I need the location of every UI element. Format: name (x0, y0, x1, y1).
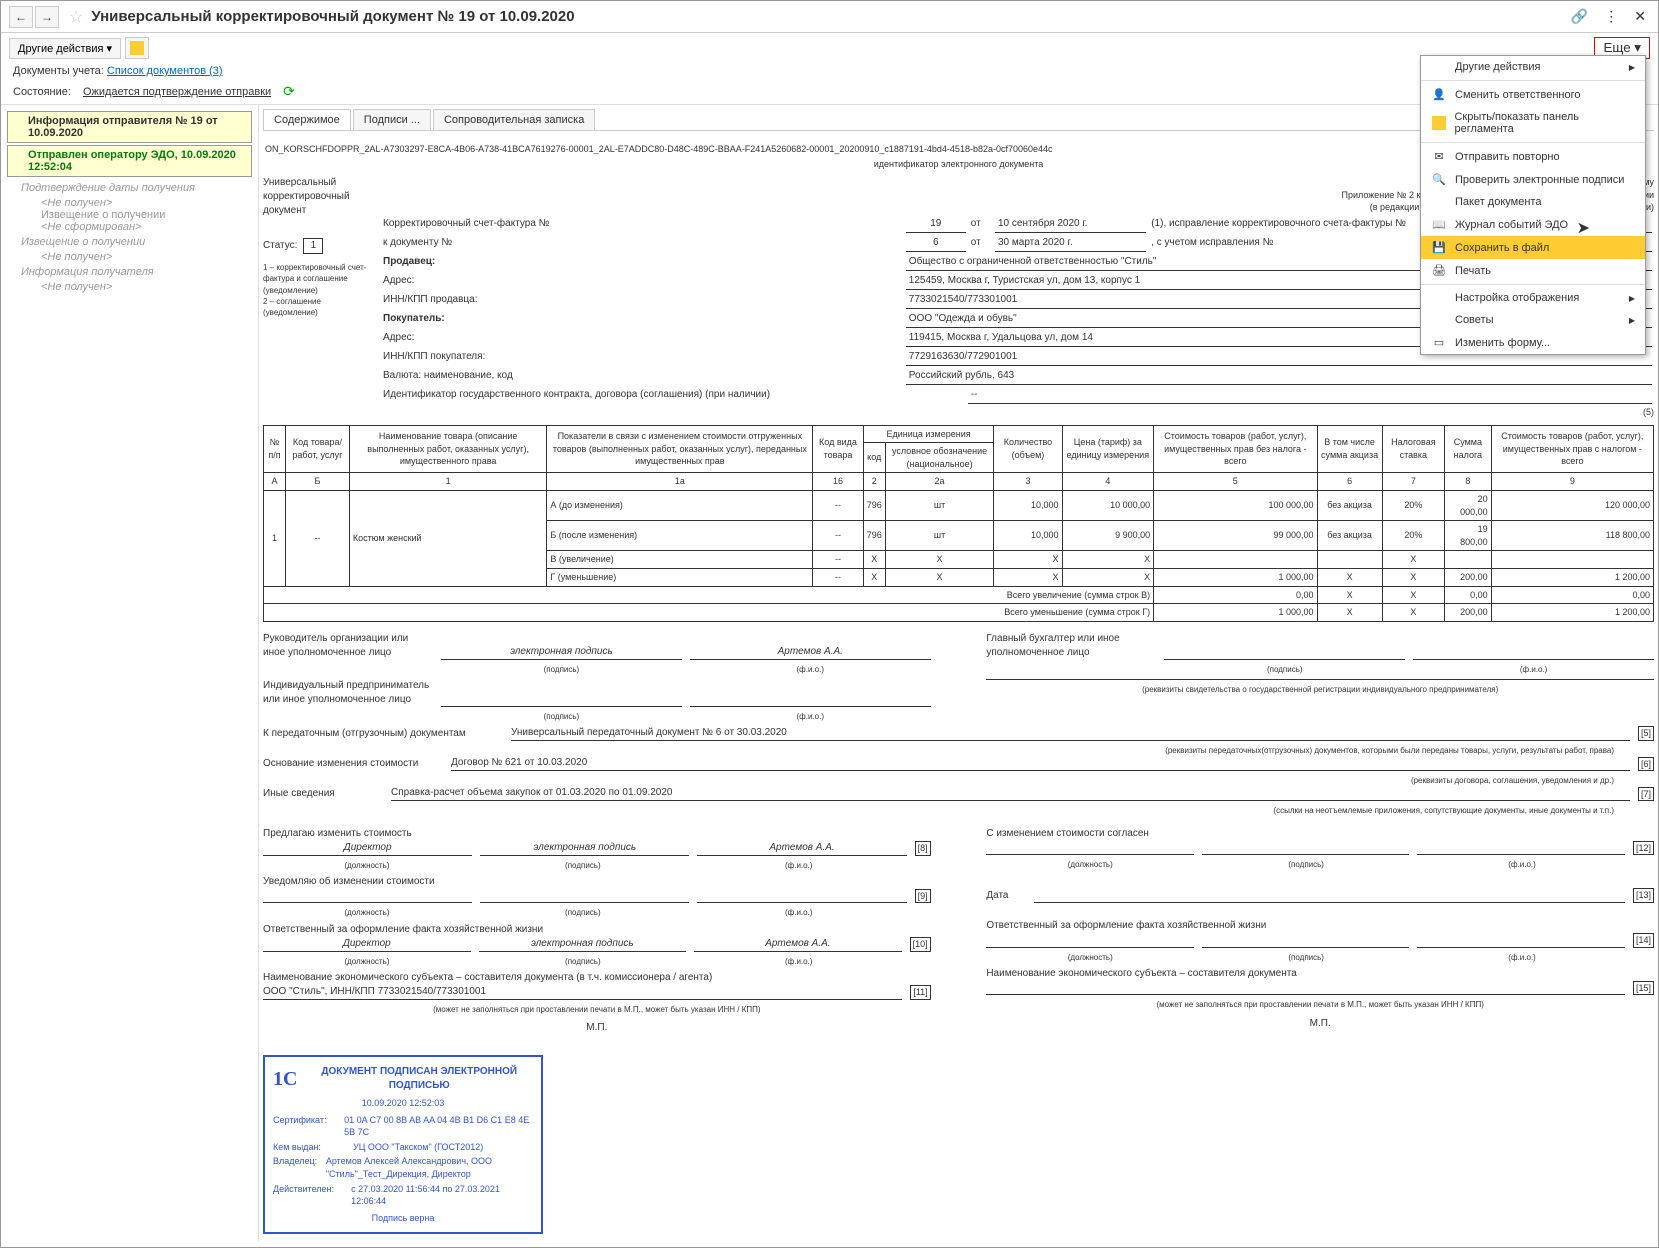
sidebar-sent-operator[interactable]: Отправлен оператору ЭДО, 10.09.2020 12:5… (7, 145, 252, 177)
menu-save-to-file[interactable]: 💾Сохранить в файл (1421, 236, 1645, 259)
sidebar-notice-receipt-1[interactable]: Извещение о получении (1, 209, 258, 221)
menu-package[interactable]: Пакет документа (1421, 191, 1645, 213)
menu-change-responsible[interactable]: 👤Сменить ответственного (1421, 83, 1645, 106)
menu-toggle-panel[interactable]: Скрыть/показать панель регламента (1421, 106, 1645, 140)
print-icon: 🖨 (1431, 264, 1447, 277)
menu-print[interactable]: 🖨Печать (1421, 259, 1645, 282)
state-text: Ожидается подтверждение отправки (83, 86, 271, 98)
menu-verify-signatures[interactable]: 🔍Проверить электронные подписи (1421, 168, 1645, 191)
menu-event-log[interactable]: 📖Журнал событий ЭДО (1421, 213, 1645, 236)
link-icon[interactable]: 🔗 (1567, 6, 1592, 27)
regulation-icon (130, 41, 144, 55)
save-icon: 💾 (1431, 241, 1447, 254)
state-row: Состояние: Ожидается подтверждение отпра… (1, 79, 1658, 105)
doc-list-link[interactable]: Список документов (3) (107, 65, 223, 77)
close-icon[interactable]: ✕ (1630, 6, 1650, 27)
sidebar-not-formed: <Не сформирован> (1, 221, 258, 233)
status-value: 1 (303, 238, 323, 254)
tab-signatures[interactable]: Подписи ... (353, 109, 431, 130)
more-dropdown: Другие действия▶ 👤Сменить ответственного… (1420, 55, 1646, 355)
menu-display-settings[interactable]: Настройка отображения▶ (1421, 287, 1645, 309)
menu-other-actions[interactable]: Другие действия▶ (1421, 56, 1645, 78)
tab-content[interactable]: Содержимое (263, 109, 351, 130)
tab-cover-note[interactable]: Сопроводительная записка (433, 109, 595, 130)
refresh-icon[interactable]: ⟳ (283, 83, 295, 100)
journal-icon: 📖 (1431, 218, 1447, 231)
send-icon: ✉ (1431, 150, 1447, 163)
accounting-docs-row: Документы учета: Список документов (3) (1, 63, 1658, 79)
sidebar-confirm-date[interactable]: Подтверждение даты получения (1, 179, 258, 197)
form-icon: ▭ (1431, 336, 1447, 349)
data-table: № п/пКод товара/ работ, услуг Наименован… (263, 425, 1654, 622)
sidebar-notice-receipt-2[interactable]: Извещение о получении (1, 233, 258, 251)
menu-change-form[interactable]: ▭Изменить форму... (1421, 331, 1645, 354)
menu-tips[interactable]: Советы▶ (1421, 309, 1645, 331)
content-area: Информация отправителя № 19 от 10.09.202… (1, 105, 1658, 1241)
sidebar-not-received-1: <Не получен> (1, 197, 258, 209)
back-button[interactable]: ← (9, 6, 33, 28)
app-window: ← → ☆ Универсальный корректировочный док… (0, 0, 1659, 1248)
sidebar-not-received-2: <Не получен> (1, 251, 258, 263)
titlebar: ← → ☆ Универсальный корректировочный док… (1, 1, 1658, 33)
1c-logo-icon: 1С (273, 1065, 297, 1093)
page-title: Универсальный корректировочный документ … (91, 8, 1566, 25)
toolbar: Другие действия ▾ Еще ▾ (1, 33, 1658, 63)
menu-resend[interactable]: ✉Отправить повторно (1421, 145, 1645, 168)
regulation-icon-button[interactable] (125, 37, 149, 59)
favorite-icon[interactable]: ☆ (69, 7, 83, 27)
sidebar-sender-info[interactable]: Информация отправителя № 19 от 10.09.202… (7, 111, 252, 143)
doc-type: Универсальный корректировочный документ (263, 176, 368, 218)
more-options-icon[interactable]: ⋮ (1600, 6, 1622, 27)
forward-button[interactable]: → (35, 6, 59, 28)
verify-icon: 🔍 (1431, 173, 1447, 186)
panel-icon (1432, 116, 1446, 130)
other-actions-button[interactable]: Другие действия ▾ (9, 38, 121, 59)
person-icon: 👤 (1431, 88, 1447, 101)
sidebar-not-received-3: <Не получен> (1, 281, 258, 293)
sidebar: Информация отправителя № 19 от 10.09.202… (1, 105, 259, 1241)
sidebar-info-recipient[interactable]: Информация получателя (1, 263, 258, 281)
signature-stamp: 1С ДОКУМЕНТ ПОДПИСАН ЭЛЕКТРОННОЙ ПОДПИСЬ… (263, 1055, 543, 1234)
